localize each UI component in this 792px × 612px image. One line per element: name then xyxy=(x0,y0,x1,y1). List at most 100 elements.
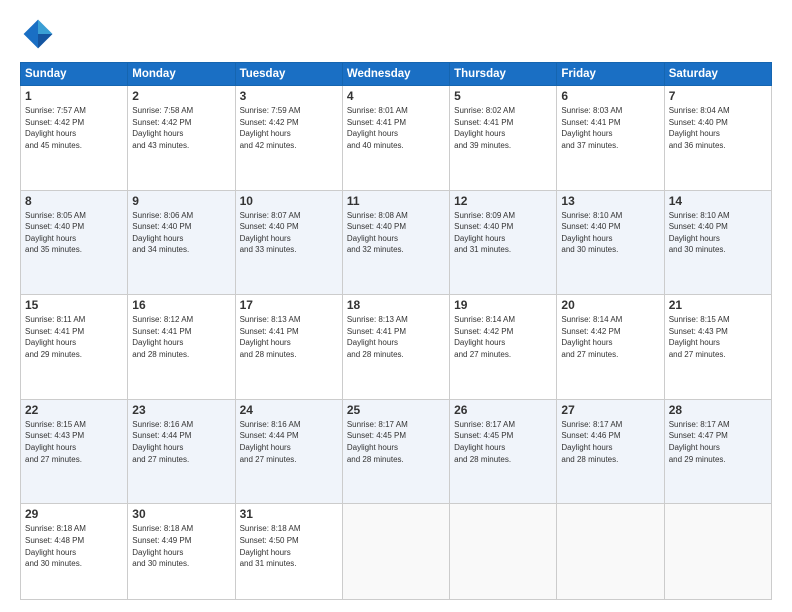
day-number: 18 xyxy=(347,298,445,312)
calendar-cell: 5 Sunrise: 8:02 AM Sunset: 4:41 PM Dayli… xyxy=(450,86,557,191)
calendar-cell: 7 Sunrise: 8:04 AM Sunset: 4:40 PM Dayli… xyxy=(664,86,771,191)
day-number: 15 xyxy=(25,298,123,312)
cell-info: Sunrise: 7:59 AM Sunset: 4:42 PM Dayligh… xyxy=(240,105,338,151)
day-number: 17 xyxy=(240,298,338,312)
calendar-cell xyxy=(450,504,557,600)
calendar-cell: 18 Sunrise: 8:13 AM Sunset: 4:41 PM Dayl… xyxy=(342,295,449,400)
day-number: 28 xyxy=(669,403,767,417)
calendar-week-4: 22 Sunrise: 8:15 AM Sunset: 4:43 PM Dayl… xyxy=(21,399,772,504)
weekday-header-row: SundayMondayTuesdayWednesdayThursdayFrid… xyxy=(21,63,772,86)
cell-info: Sunrise: 8:03 AM Sunset: 4:41 PM Dayligh… xyxy=(561,105,659,151)
calendar-cell: 6 Sunrise: 8:03 AM Sunset: 4:41 PM Dayli… xyxy=(557,86,664,191)
day-number: 11 xyxy=(347,194,445,208)
cell-info: Sunrise: 8:15 AM Sunset: 4:43 PM Dayligh… xyxy=(669,314,767,360)
header xyxy=(20,16,772,52)
cell-info: Sunrise: 8:15 AM Sunset: 4:43 PM Dayligh… xyxy=(25,419,123,465)
day-number: 13 xyxy=(561,194,659,208)
calendar-cell: 8 Sunrise: 8:05 AM Sunset: 4:40 PM Dayli… xyxy=(21,190,128,295)
cell-info: Sunrise: 8:14 AM Sunset: 4:42 PM Dayligh… xyxy=(561,314,659,360)
day-number: 2 xyxy=(132,89,230,103)
cell-info: Sunrise: 8:17 AM Sunset: 4:46 PM Dayligh… xyxy=(561,419,659,465)
logo-icon xyxy=(20,16,56,52)
weekday-header-thursday: Thursday xyxy=(450,63,557,86)
cell-info: Sunrise: 8:17 AM Sunset: 4:45 PM Dayligh… xyxy=(454,419,552,465)
day-number: 9 xyxy=(132,194,230,208)
day-number: 6 xyxy=(561,89,659,103)
cell-info: Sunrise: 8:05 AM Sunset: 4:40 PM Dayligh… xyxy=(25,210,123,256)
calendar-cell xyxy=(664,504,771,600)
weekday-header-wednesday: Wednesday xyxy=(342,63,449,86)
cell-info: Sunrise: 8:13 AM Sunset: 4:41 PM Dayligh… xyxy=(240,314,338,360)
day-number: 1 xyxy=(25,89,123,103)
calendar-cell: 22 Sunrise: 8:15 AM Sunset: 4:43 PM Dayl… xyxy=(21,399,128,504)
cell-info: Sunrise: 8:06 AM Sunset: 4:40 PM Dayligh… xyxy=(132,210,230,256)
calendar-week-1: 1 Sunrise: 7:57 AM Sunset: 4:42 PM Dayli… xyxy=(21,86,772,191)
calendar-cell: 29 Sunrise: 8:18 AM Sunset: 4:48 PM Dayl… xyxy=(21,504,128,600)
cell-info: Sunrise: 7:58 AM Sunset: 4:42 PM Dayligh… xyxy=(132,105,230,151)
cell-info: Sunrise: 8:02 AM Sunset: 4:41 PM Dayligh… xyxy=(454,105,552,151)
cell-info: Sunrise: 8:18 AM Sunset: 4:50 PM Dayligh… xyxy=(240,523,338,569)
cell-info: Sunrise: 8:18 AM Sunset: 4:49 PM Dayligh… xyxy=(132,523,230,569)
cell-info: Sunrise: 8:16 AM Sunset: 4:44 PM Dayligh… xyxy=(132,419,230,465)
calendar-cell: 1 Sunrise: 7:57 AM Sunset: 4:42 PM Dayli… xyxy=(21,86,128,191)
calendar-cell: 2 Sunrise: 7:58 AM Sunset: 4:42 PM Dayli… xyxy=(128,86,235,191)
calendar-cell: 3 Sunrise: 7:59 AM Sunset: 4:42 PM Dayli… xyxy=(235,86,342,191)
calendar-cell: 16 Sunrise: 8:12 AM Sunset: 4:41 PM Dayl… xyxy=(128,295,235,400)
calendar-cell: 10 Sunrise: 8:07 AM Sunset: 4:40 PM Dayl… xyxy=(235,190,342,295)
cell-info: Sunrise: 8:09 AM Sunset: 4:40 PM Dayligh… xyxy=(454,210,552,256)
weekday-header-saturday: Saturday xyxy=(664,63,771,86)
calendar-cell: 11 Sunrise: 8:08 AM Sunset: 4:40 PM Dayl… xyxy=(342,190,449,295)
day-number: 12 xyxy=(454,194,552,208)
cell-info: Sunrise: 8:11 AM Sunset: 4:41 PM Dayligh… xyxy=(25,314,123,360)
cell-info: Sunrise: 8:13 AM Sunset: 4:41 PM Dayligh… xyxy=(347,314,445,360)
calendar-cell: 19 Sunrise: 8:14 AM Sunset: 4:42 PM Dayl… xyxy=(450,295,557,400)
calendar-cell: 14 Sunrise: 8:10 AM Sunset: 4:40 PM Dayl… xyxy=(664,190,771,295)
calendar-cell: 27 Sunrise: 8:17 AM Sunset: 4:46 PM Dayl… xyxy=(557,399,664,504)
day-number: 30 xyxy=(132,507,230,521)
day-number: 25 xyxy=(347,403,445,417)
cell-info: Sunrise: 8:07 AM Sunset: 4:40 PM Dayligh… xyxy=(240,210,338,256)
weekday-header-sunday: Sunday xyxy=(21,63,128,86)
calendar-cell: 28 Sunrise: 8:17 AM Sunset: 4:47 PM Dayl… xyxy=(664,399,771,504)
weekday-header-tuesday: Tuesday xyxy=(235,63,342,86)
day-number: 19 xyxy=(454,298,552,312)
calendar-cell: 31 Sunrise: 8:18 AM Sunset: 4:50 PM Dayl… xyxy=(235,504,342,600)
calendar-week-5: 29 Sunrise: 8:18 AM Sunset: 4:48 PM Dayl… xyxy=(21,504,772,600)
page: SundayMondayTuesdayWednesdayThursdayFrid… xyxy=(0,0,792,612)
calendar-cell: 13 Sunrise: 8:10 AM Sunset: 4:40 PM Dayl… xyxy=(557,190,664,295)
cell-info: Sunrise: 8:16 AM Sunset: 4:44 PM Dayligh… xyxy=(240,419,338,465)
calendar-cell: 24 Sunrise: 8:16 AM Sunset: 4:44 PM Dayl… xyxy=(235,399,342,504)
day-number: 20 xyxy=(561,298,659,312)
calendar-cell: 26 Sunrise: 8:17 AM Sunset: 4:45 PM Dayl… xyxy=(450,399,557,504)
day-number: 24 xyxy=(240,403,338,417)
day-number: 21 xyxy=(669,298,767,312)
day-number: 14 xyxy=(669,194,767,208)
cell-info: Sunrise: 8:10 AM Sunset: 4:40 PM Dayligh… xyxy=(561,210,659,256)
calendar-cell: 30 Sunrise: 8:18 AM Sunset: 4:49 PM Dayl… xyxy=(128,504,235,600)
calendar-cell: 20 Sunrise: 8:14 AM Sunset: 4:42 PM Dayl… xyxy=(557,295,664,400)
cell-info: Sunrise: 8:17 AM Sunset: 4:47 PM Dayligh… xyxy=(669,419,767,465)
cell-info: Sunrise: 8:18 AM Sunset: 4:48 PM Dayligh… xyxy=(25,523,123,569)
calendar-week-3: 15 Sunrise: 8:11 AM Sunset: 4:41 PM Dayl… xyxy=(21,295,772,400)
calendar-table: SundayMondayTuesdayWednesdayThursdayFrid… xyxy=(20,62,772,600)
weekday-header-monday: Monday xyxy=(128,63,235,86)
day-number: 26 xyxy=(454,403,552,417)
cell-info: Sunrise: 7:57 AM Sunset: 4:42 PM Dayligh… xyxy=(25,105,123,151)
calendar-cell xyxy=(557,504,664,600)
day-number: 8 xyxy=(25,194,123,208)
day-number: 31 xyxy=(240,507,338,521)
calendar-cell: 21 Sunrise: 8:15 AM Sunset: 4:43 PM Dayl… xyxy=(664,295,771,400)
cell-info: Sunrise: 8:17 AM Sunset: 4:45 PM Dayligh… xyxy=(347,419,445,465)
calendar-cell: 23 Sunrise: 8:16 AM Sunset: 4:44 PM Dayl… xyxy=(128,399,235,504)
day-number: 29 xyxy=(25,507,123,521)
calendar-cell: 25 Sunrise: 8:17 AM Sunset: 4:45 PM Dayl… xyxy=(342,399,449,504)
logo xyxy=(20,16,62,52)
weekday-header-friday: Friday xyxy=(557,63,664,86)
cell-info: Sunrise: 8:01 AM Sunset: 4:41 PM Dayligh… xyxy=(347,105,445,151)
day-number: 7 xyxy=(669,89,767,103)
calendar-cell: 15 Sunrise: 8:11 AM Sunset: 4:41 PM Dayl… xyxy=(21,295,128,400)
day-number: 10 xyxy=(240,194,338,208)
day-number: 27 xyxy=(561,403,659,417)
day-number: 23 xyxy=(132,403,230,417)
calendar-week-2: 8 Sunrise: 8:05 AM Sunset: 4:40 PM Dayli… xyxy=(21,190,772,295)
